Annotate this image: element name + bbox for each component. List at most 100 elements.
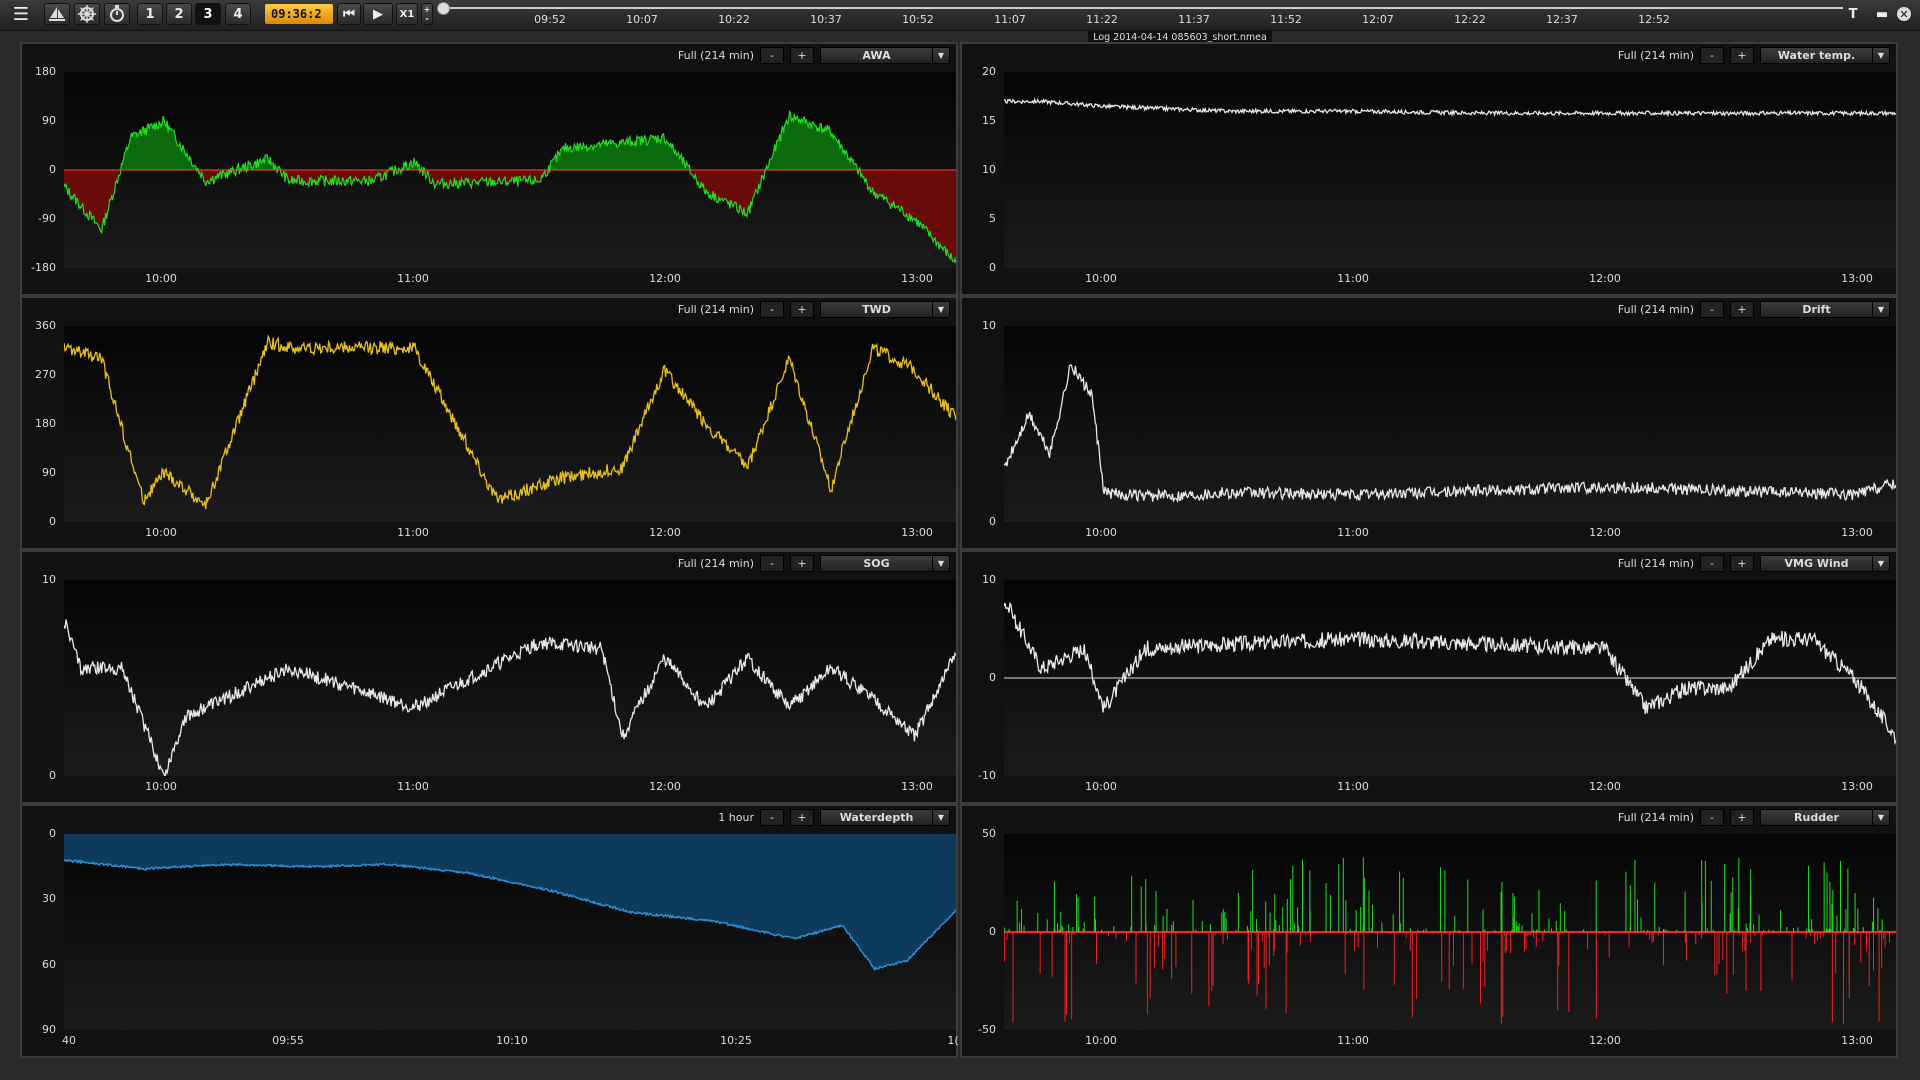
x-tick-label: 11:00 xyxy=(1337,780,1369,793)
toolbar: ☰ 1 2 3 4 09:36:2 ⏮ ▶ X1 + - 09:52 10:07 10… xyxy=(0,0,1920,31)
chart-panel-rudder: Full (214 min) - + Rudder ▼ 50 0 -50 10:00 11:00 1… xyxy=(960,804,1898,1058)
x-tick-label: 10:00 xyxy=(1085,780,1117,793)
zoom-in-button[interactable]: + xyxy=(790,301,814,318)
channel-select[interactable]: AWA ▼ xyxy=(820,47,950,64)
stopwatch-button[interactable] xyxy=(104,3,130,25)
zoom-out-button[interactable]: - xyxy=(1700,301,1724,318)
plot-area[interactable] xyxy=(64,834,956,1030)
channel-select[interactable]: Water temp. ▼ xyxy=(1760,47,1890,64)
x-tick-label: 09:55 xyxy=(272,1034,304,1047)
series-line-water xyxy=(1004,97,1896,118)
x-tick-label: 11:00 xyxy=(397,780,429,793)
timeline-tick: 10:22 xyxy=(718,13,750,26)
y-tick-label: 10 xyxy=(982,573,996,586)
x-tick-label: 12:00 xyxy=(1589,780,1621,793)
chart-panel-depth: 1 hour - + Waterdepth ▼ 0 30 60 90 40 09:55 10:10 10… xyxy=(20,804,959,1058)
x-tick-label: 10:10 xyxy=(496,1034,528,1047)
close-button[interactable]: ✕ xyxy=(1894,3,1914,25)
x-tick-label: 40 xyxy=(62,1034,76,1047)
helm-button[interactable] xyxy=(74,3,100,25)
zoom-in-button[interactable]: + xyxy=(790,555,814,572)
play-button[interactable]: ▶ xyxy=(363,3,393,25)
y-tick-label: 10 xyxy=(42,573,56,586)
channel-label: VMG Wind xyxy=(1784,557,1849,570)
zoom-out-button[interactable]: - xyxy=(1700,809,1724,826)
zoom-out-button[interactable]: - xyxy=(760,555,784,572)
channel-select[interactable]: SOG ▼ xyxy=(820,555,950,572)
time-range-label: Full (214 min) xyxy=(677,557,754,570)
chevron-down-icon: ▼ xyxy=(1872,302,1889,317)
page-3-button[interactable]: 3 xyxy=(195,3,221,25)
y-tick-label: 50 xyxy=(982,827,996,840)
chevron-down-icon: ▼ xyxy=(932,48,949,63)
y-tick-label: 180 xyxy=(35,65,56,78)
plot-area[interactable] xyxy=(1004,72,1896,268)
zoom-in-button[interactable]: + xyxy=(1730,47,1754,64)
channel-select[interactable]: VMG Wind ▼ xyxy=(1760,555,1890,572)
y-tick-label: 0 xyxy=(989,671,996,684)
timeline-track[interactable] xyxy=(443,7,1843,9)
plot-area[interactable] xyxy=(64,580,956,776)
x-tick-label: 11:00 xyxy=(397,272,429,285)
zoom-out-button[interactable]: - xyxy=(760,809,784,826)
x-tick-label: 10:00 xyxy=(145,526,177,539)
y-tick-label: -90 xyxy=(38,212,56,225)
plot-area[interactable] xyxy=(1004,580,1896,776)
zoom-in-button[interactable]: + xyxy=(1730,301,1754,318)
zoom-out-button[interactable]: - xyxy=(760,301,784,318)
x-tick-label: 12:00 xyxy=(649,526,681,539)
x-tick-label: 12:00 xyxy=(649,780,681,793)
channel-label: SOG xyxy=(863,557,890,570)
x-tick-label: 12:00 xyxy=(649,272,681,285)
y-tick-label: 10 xyxy=(982,319,996,332)
channel-select[interactable]: Rudder ▼ xyxy=(1760,809,1890,826)
time-range-label: Full (214 min) xyxy=(677,303,754,316)
minus-icon: - xyxy=(425,14,429,23)
sailboat-button[interactable] xyxy=(44,3,70,25)
zoom-out-button[interactable]: - xyxy=(760,47,784,64)
series-line-sog xyxy=(64,619,956,776)
y-tick-label: 90 xyxy=(42,1023,56,1036)
chart-svg xyxy=(1004,601,1896,746)
chart-controls: Full (214 min) - + Drift ▼ xyxy=(1618,301,1890,318)
minimize-button[interactable]: ▬ xyxy=(1872,3,1892,25)
x-tick-label: 13:00 xyxy=(901,780,933,793)
zoom-in-button[interactable]: + xyxy=(790,47,814,64)
plot-area[interactable] xyxy=(1004,326,1896,522)
chevron-down-icon: ▼ xyxy=(1872,556,1889,571)
chart-controls: Full (214 min) - + TWD ▼ xyxy=(678,301,950,318)
y-tick-label: -10 xyxy=(978,769,996,782)
chevron-down-icon: ▼ xyxy=(932,302,949,317)
rewind-button[interactable]: ⏮ xyxy=(337,3,361,25)
speed-stepper[interactable]: + - xyxy=(421,3,433,25)
timeline[interactable]: 09:52 10:07 10:22 10:37 10:52 11:07 11:22 11:37… xyxy=(437,2,1843,28)
timeline-tick: 10:07 xyxy=(626,13,658,26)
timeline-tick: 11:37 xyxy=(1178,13,1210,26)
x-tick-label: 13:00 xyxy=(1841,526,1873,539)
chart-svg xyxy=(1004,97,1896,118)
play-icon: ▶ xyxy=(373,6,383,22)
zoom-out-button[interactable]: - xyxy=(1700,555,1724,572)
page-1-button[interactable]: 1 xyxy=(137,3,163,25)
timeline-handle[interactable] xyxy=(437,2,450,15)
speed-button[interactable]: X1 xyxy=(396,3,418,25)
time-range-label: Full (214 min) xyxy=(677,49,754,62)
chart-controls: Full (214 min) - + SOG ▼ xyxy=(678,555,950,572)
channel-select[interactable]: Drift ▼ xyxy=(1760,301,1890,318)
channel-select[interactable]: TWD ▼ xyxy=(820,301,950,318)
plot-area[interactable] xyxy=(64,326,956,522)
zoom-in-button[interactable]: + xyxy=(790,809,814,826)
zoom-in-button[interactable]: + xyxy=(1730,809,1754,826)
y-tick-label: 15 xyxy=(982,114,996,127)
page-2-button[interactable]: 2 xyxy=(166,3,192,25)
menu-button[interactable]: ☰ xyxy=(4,3,38,25)
plus-icon: + xyxy=(423,5,431,14)
page-4-button[interactable]: 4 xyxy=(225,3,251,25)
plot-area[interactable] xyxy=(64,72,956,268)
x-tick-label: 10:00 xyxy=(145,272,177,285)
zoom-in-button[interactable]: + xyxy=(1730,555,1754,572)
plot-area[interactable] xyxy=(1004,834,1896,1030)
chart-controls: Full (214 min) - + AWA ▼ xyxy=(678,47,950,64)
channel-select[interactable]: Waterdepth ▼ xyxy=(820,809,950,826)
zoom-out-button[interactable]: - xyxy=(1700,47,1724,64)
